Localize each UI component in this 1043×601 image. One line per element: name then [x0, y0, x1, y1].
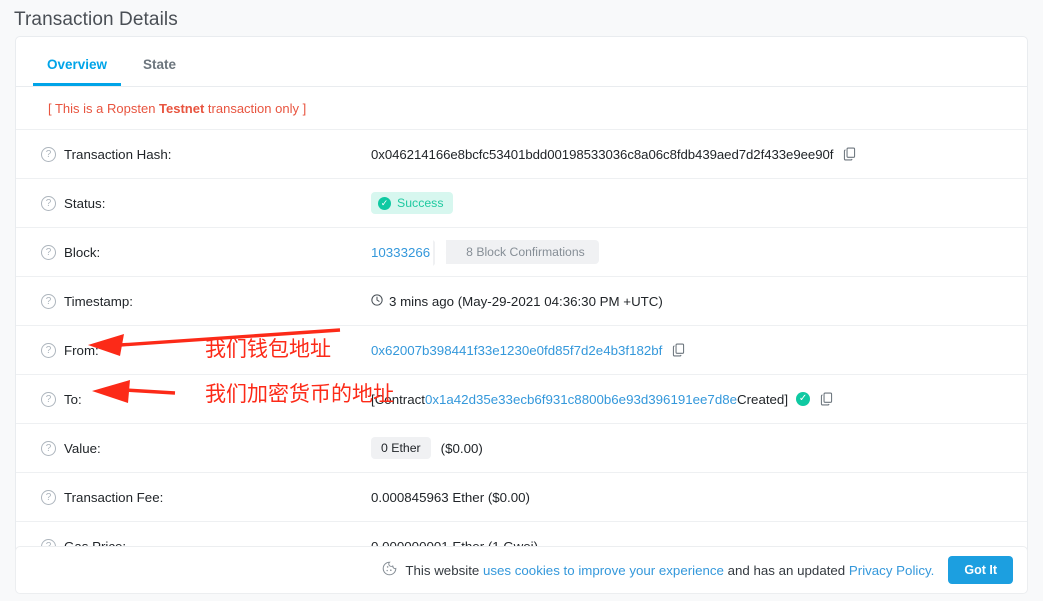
help-icon[interactable]: ?: [41, 489, 56, 505]
transaction-hash-value: 0x046214166e8bcfc53401bdd00198533036c8a0…: [371, 147, 856, 162]
page-header: Transaction Details: [0, 0, 1043, 36]
tab-state[interactable]: State: [129, 57, 190, 86]
block-number-link[interactable]: 10333266: [371, 245, 430, 260]
transaction-hash-label-text: Transaction Hash:: [64, 146, 172, 162]
value-label: ? Value:: [41, 440, 371, 456]
from-label: ? From:: [41, 342, 371, 358]
block-label: ? Block:: [41, 244, 371, 260]
timestamp-label-text: Timestamp:: [64, 293, 133, 309]
row-block: ? Block: 10333266 8 Block Confirmations: [16, 228, 1027, 277]
tab-bar: Overview State: [16, 37, 1027, 87]
help-icon[interactable]: ?: [41, 342, 56, 358]
row-value: ? Value: 0 Ether ($0.00): [16, 424, 1027, 473]
row-from: ? From: 0x62007b398441f33e1230e0fd85f7d2…: [16, 326, 1027, 375]
cookie-icon: [382, 561, 397, 579]
timestamp-label: ? Timestamp:: [41, 293, 371, 309]
page-title: Transaction Details: [14, 9, 178, 30]
help-icon[interactable]: ?: [41, 391, 56, 407]
cookie-text-before: This website: [405, 562, 483, 578]
status-label: ? Status:: [41, 195, 371, 211]
status-value: ✓ Success: [371, 192, 454, 214]
status-badge: ✓ Success: [371, 192, 454, 214]
got-it-button[interactable]: Got It: [948, 556, 1013, 584]
row-status: ? Status: ✓ Success: [16, 179, 1027, 228]
cookie-message: This website uses cookies to improve you…: [405, 563, 934, 578]
help-icon[interactable]: ?: [41, 293, 56, 309]
cookie-text-middle: and has an updated: [723, 562, 849, 578]
help-icon[interactable]: ?: [41, 244, 56, 260]
block-label-text: Block:: [64, 244, 101, 260]
transaction-fee-label-text: Transaction Fee:: [64, 489, 164, 505]
to-value: [Contract 0x1a42d35e33ecb6f931c8800b6e93…: [371, 392, 833, 407]
cookie-consent-bar: This website uses cookies to improve you…: [15, 546, 1028, 594]
status-badge-text: Success: [397, 196, 444, 210]
verified-check-icon: ✓: [796, 392, 811, 406]
privacy-policy-link[interactable]: Privacy Policy.: [849, 563, 934, 578]
copy-icon[interactable]: [820, 392, 833, 406]
transaction-fee-label: ? Transaction Fee:: [41, 489, 371, 505]
to-label: ? To:: [41, 391, 371, 407]
value-value: 0 Ether ($0.00): [371, 437, 483, 459]
value-fiat-text: ($0.00): [440, 440, 483, 456]
from-value: 0x62007b398441f33e1230e0fd85f7d2e4b3f182…: [371, 343, 685, 358]
tab-overview[interactable]: Overview: [33, 57, 122, 86]
testnet-notice-emphasis: Testnet: [159, 101, 205, 116]
from-address-link[interactable]: 0x62007b398441f33e1230e0fd85f7d2e4b3f182…: [371, 343, 662, 358]
value-label-text: Value:: [64, 440, 101, 456]
testnet-notice-prefix: [ This is a Ropsten: [48, 101, 160, 116]
clock-icon: [371, 293, 383, 309]
help-icon[interactable]: ?: [41, 146, 56, 162]
row-timestamp: ? Timestamp: 3 mins ago (May-29-2021 04:…: [16, 277, 1027, 326]
row-transaction-fee: ? Transaction Fee: 0.000845963 Ether ($0…: [16, 473, 1027, 522]
transaction-hash-label: ? Transaction Hash:: [41, 146, 371, 162]
to-contract-suffix: Created]: [737, 391, 789, 407]
testnet-notice-suffix: transaction only ]: [204, 101, 307, 116]
help-icon[interactable]: ?: [41, 195, 56, 211]
value-ether-chip: 0 Ether: [371, 437, 431, 459]
to-contract-prefix: [Contract: [371, 391, 425, 407]
timestamp-text: 3 mins ago (May-29-2021 04:36:30 PM +UTC…: [389, 293, 663, 309]
block-confirmations-chip: 8 Block Confirmations: [433, 240, 599, 266]
status-label-text: Status:: [64, 195, 106, 211]
timestamp-value: 3 mins ago (May-29-2021 04:36:30 PM +UTC…: [371, 294, 663, 309]
row-to: ? To: [Contract 0x1a42d35e33ecb6f931c880…: [16, 375, 1027, 424]
block-value: 10333266 8 Block Confirmations: [371, 240, 599, 266]
testnet-notice: [ This is a Ropsten Testnet transaction …: [16, 87, 1027, 130]
to-label-text: To:: [64, 391, 82, 407]
copy-icon[interactable]: [672, 343, 685, 357]
help-icon[interactable]: ?: [41, 440, 56, 456]
transaction-details-card: Overview State [ This is a Ropsten Testn…: [15, 36, 1028, 572]
row-transaction-hash: ? Transaction Hash: 0x046214166e8bcfc534…: [16, 130, 1027, 179]
check-circle-icon: ✓: [378, 196, 391, 210]
copy-icon[interactable]: [843, 147, 856, 161]
cookie-policy-link[interactable]: uses cookies to improve your experience: [483, 563, 724, 578]
from-label-text: From:: [64, 342, 99, 358]
transaction-hash-text: 0x046214166e8bcfc53401bdd00198533036c8a0…: [371, 146, 834, 162]
to-address-link[interactable]: 0x1a42d35e33ecb6f931c8800b6e93d396191ee7…: [425, 392, 737, 407]
transaction-fee-value: 0.000845963 Ether ($0.00): [371, 489, 530, 505]
